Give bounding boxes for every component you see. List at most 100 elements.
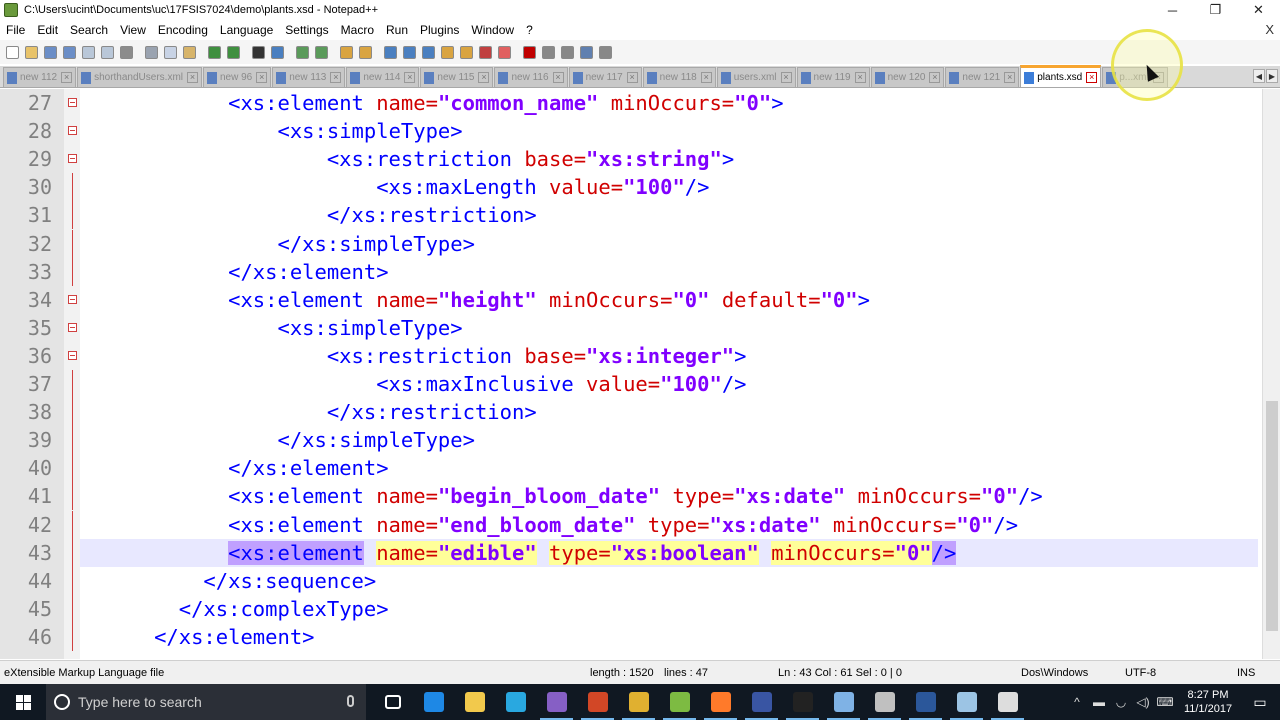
show-all-chars-button[interactable] <box>401 44 418 61</box>
code-line[interactable]: 33 </xs:element> <box>0 258 1262 286</box>
stop-macro-button[interactable] <box>540 44 557 61</box>
document-tab[interactable]: new 116 × <box>494 67 568 87</box>
fold-toggle-icon[interactable] <box>68 98 77 107</box>
menu-edit[interactable]: Edit <box>31 23 64 37</box>
code-line[interactable]: 35 <xs:simpleType> <box>0 314 1262 342</box>
notepad-taskbar-button[interactable] <box>946 684 987 720</box>
word-taskbar-button[interactable] <box>905 684 946 720</box>
document-tab[interactable]: new 96 × <box>203 67 272 87</box>
code-line[interactable]: 44 </xs:sequence> <box>0 567 1262 595</box>
close-tab-icon[interactable]: × <box>404 72 416 83</box>
code-line[interactable]: 34 <xs:element name="height" minOccurs="… <box>0 286 1262 314</box>
code-line[interactable]: 29 <xs:restriction base="xs:string"> <box>0 145 1262 173</box>
document-tab[interactable]: new 114 × <box>346 67 420 87</box>
code-line[interactable]: 39 </xs:simpleType> <box>0 426 1262 454</box>
document-tab[interactable]: new 120 × <box>870 67 945 87</box>
visio-taskbar-button[interactable] <box>741 684 782 720</box>
taskbar-search-box[interactable]: Type here to search <box>46 684 366 720</box>
notepadpp-taskbar-button[interactable] <box>659 684 700 720</box>
microphone-icon[interactable] <box>347 695 354 707</box>
document-tab[interactable]: new 121 × <box>945 67 1020 87</box>
close-tab-icon[interactable]: × <box>854 72 866 83</box>
replace-button[interactable] <box>269 44 286 61</box>
find-button[interactable] <box>250 44 267 61</box>
code-line[interactable]: 43 <xs:element name="edible" type="xs:bo… <box>0 539 1262 567</box>
doc-map-button[interactable] <box>458 44 475 61</box>
tab-scroll-right-button[interactable]: ▶ <box>1266 69 1278 83</box>
close-tab-icon[interactable]: × <box>700 72 712 83</box>
code-line[interactable]: 32 </xs:simpleType> <box>0 230 1262 258</box>
paint-taskbar-button[interactable] <box>823 684 864 720</box>
copy-button[interactable] <box>162 44 179 61</box>
show-hidden-icons-icon[interactable]: ^ <box>1066 695 1088 709</box>
menu-encoding[interactable]: Encoding <box>152 23 214 37</box>
close-tab-icon[interactable]: × <box>1086 72 1098 83</box>
visual-studio-taskbar-button[interactable] <box>536 684 577 720</box>
code-line[interactable]: 30 <xs:maxLength value="100"/> <box>0 173 1262 201</box>
code-line[interactable]: 45 </xs:complexType> <box>0 595 1262 623</box>
close-tab-icon[interactable]: × <box>1004 72 1016 83</box>
code-line[interactable]: 36 <xs:restriction base="xs:integer"> <box>0 342 1262 370</box>
menu-help[interactable]: ? <box>520 23 539 37</box>
code-line[interactable]: 38 </xs:restriction> <box>0 398 1262 426</box>
menu-macro[interactable]: Macro <box>335 23 380 37</box>
function-list-button[interactable] <box>477 44 494 61</box>
undo-button[interactable] <box>206 44 223 61</box>
fold-toggle-icon[interactable] <box>68 126 77 135</box>
document-tab[interactable]: new 112 × <box>3 67 77 87</box>
close-tab-icon[interactable]: × <box>780 72 792 83</box>
tool-taskbar-button[interactable] <box>864 684 905 720</box>
action-center-icon[interactable]: ▭ <box>1240 684 1280 720</box>
document-tab[interactable]: new 118 × <box>642 67 716 87</box>
code-line[interactable]: 41 <xs:element name="begin_bloom_date" t… <box>0 482 1262 510</box>
cut-button[interactable] <box>143 44 160 61</box>
menu-file[interactable]: File <box>0 23 31 37</box>
tab-scroll-left-button[interactable]: ◀ <box>1253 69 1265 83</box>
minimize-button[interactable]: ─ <box>1151 0 1194 20</box>
fold-toggle-icon[interactable] <box>68 295 77 304</box>
fold-toggle-icon[interactable] <box>68 154 77 163</box>
close-tab-icon[interactable]: × <box>256 72 268 83</box>
save-button[interactable] <box>42 44 59 61</box>
wifi-icon[interactable]: ◡ <box>1110 695 1132 709</box>
menu-view[interactable]: View <box>114 23 152 37</box>
edge-taskbar-button[interactable] <box>413 684 454 720</box>
code-line[interactable]: 31 </xs:restriction> <box>0 201 1262 229</box>
document-tab[interactable]: plants.xsd × <box>1020 65 1102 87</box>
menu-search[interactable]: Search <box>64 23 114 37</box>
udl-button[interactable] <box>439 44 456 61</box>
document-tab[interactable]: new 115 × <box>420 67 494 87</box>
close-tab-icon[interactable]: × <box>187 72 198 83</box>
run-macro-multiple-button[interactable] <box>578 44 595 61</box>
code-line[interactable]: 42 <xs:element name="end_bloom_date" typ… <box>0 511 1262 539</box>
code-line[interactable]: 40 </xs:element> <box>0 454 1262 482</box>
zoom-in-button[interactable] <box>294 44 311 61</box>
menu-language[interactable]: Language <box>214 23 279 37</box>
menu-run[interactable]: Run <box>380 23 414 37</box>
close-window-button[interactable]: ✕ <box>1237 0 1280 20</box>
close-button[interactable] <box>80 44 97 61</box>
cmd-taskbar-button[interactable] <box>782 684 823 720</box>
file-explorer-taskbar-button[interactable] <box>454 684 495 720</box>
save-macro-button[interactable] <box>597 44 614 61</box>
sync-horizontal-button[interactable] <box>357 44 374 61</box>
code-editor[interactable]: 27 <xs:element name="common_name" minOcc… <box>0 89 1280 659</box>
task-view-taskbar-button[interactable] <box>372 684 413 720</box>
code-line[interactable]: 46 </xs:element> <box>0 623 1262 651</box>
record-macro-button[interactable] <box>521 44 538 61</box>
battery-icon[interactable]: ▬ <box>1088 695 1110 709</box>
document-tab[interactable]: new 113 × <box>272 67 346 87</box>
document-tab[interactable]: new 119 × <box>796 67 870 87</box>
open-file-button[interactable] <box>23 44 40 61</box>
word-wrap-button[interactable] <box>382 44 399 61</box>
taskbar-clock[interactable]: 8:27 PM 11/1/2017 <box>1176 688 1240 716</box>
close-tab-icon[interactable]: × <box>929 72 941 83</box>
paste-button[interactable] <box>181 44 198 61</box>
code-line[interactable]: 27 <xs:element name="common_name" minOcc… <box>0 89 1262 117</box>
sync-vertical-button[interactable] <box>338 44 355 61</box>
fold-toggle-icon[interactable] <box>68 323 77 332</box>
chrome-taskbar-button[interactable] <box>618 684 659 720</box>
fold-toggle-icon[interactable] <box>68 351 77 360</box>
vertical-scrollbar[interactable] <box>1262 89 1280 659</box>
new-file-button[interactable] <box>4 44 21 61</box>
